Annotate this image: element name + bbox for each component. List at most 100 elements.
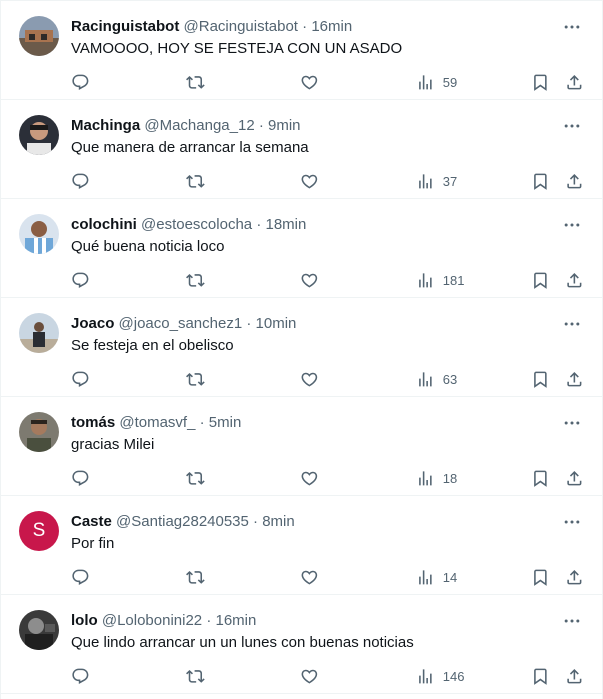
display-name[interactable]: Machinga [71,117,140,134]
more-horizontal-icon[interactable] [562,314,582,334]
more-horizontal-icon[interactable] [562,215,582,235]
user-handle[interactable]: @Racinguistabot [184,18,298,35]
timestamp[interactable]: 16min [311,18,352,35]
views-chart-icon [419,371,432,387]
retweet-button[interactable] [186,463,205,493]
like-button[interactable] [300,661,319,691]
share-button[interactable] [565,166,584,196]
avatar[interactable] [19,16,59,56]
bookmark-button[interactable] [531,166,550,196]
tweet[interactable]: Joaco @joaco_sanchez1 · 10min Se festeja… [1,298,602,397]
reply-button[interactable] [71,67,90,97]
reply-button[interactable] [71,364,90,394]
views-button[interactable]: 14 [416,562,457,592]
reply-button[interactable] [71,661,90,691]
tweet[interactable]: Racinguistabot @Racinguistabot · 16min V… [1,1,602,100]
avatar[interactable] [19,214,59,254]
more-horizontal-icon[interactable] [562,512,582,532]
view-count: 37 [442,173,458,189]
user-handle[interactable]: @Santiag28240535 [116,513,249,530]
bookmark-button[interactable] [531,562,550,592]
reply-button[interactable] [71,166,90,196]
reply-icon [72,371,89,387]
like-button[interactable] [300,463,319,493]
bookmark-icon [534,569,547,586]
retweet-button[interactable] [186,265,205,295]
share-icon [567,470,582,486]
like-button[interactable] [300,265,319,295]
retweet-button[interactable] [186,67,205,97]
views-button[interactable]: 63 [416,364,457,394]
display-name[interactable]: lolo [71,612,98,629]
tweet[interactable]: colochini @estoescolocha · 18min Qué bue… [1,199,602,298]
bookmark-button[interactable] [531,661,550,691]
avatar[interactable] [19,610,59,650]
like-button[interactable] [300,562,319,592]
timestamp[interactable]: 9min [268,117,301,134]
bookmark-button[interactable] [531,364,550,394]
user-handle[interactable]: @Machanga_12 [144,117,254,134]
retweet-button[interactable] [186,562,205,592]
tweet[interactable]: lolo @Lolobonini22 · 16min Que lindo arr… [1,595,602,694]
more-horizontal-icon[interactable] [562,17,582,37]
more-horizontal-icon[interactable] [562,116,582,136]
avatar-letter: S [32,520,46,541]
display-name[interactable]: Caste [71,513,112,530]
share-button[interactable] [565,67,584,97]
tweet[interactable]: Machinga @Machanga_12 · 9min Que manera … [1,100,602,199]
display-name[interactable]: tomás [71,414,115,431]
heart-icon [301,669,318,684]
views-button[interactable]: 37 [416,166,457,196]
timestamp[interactable]: 18min [265,216,306,233]
retweet-icon [186,273,205,287]
reply-button[interactable] [71,463,90,493]
share-button[interactable] [565,364,584,394]
bookmark-button[interactable] [531,463,550,493]
bookmark-button[interactable] [531,265,550,295]
reply-button[interactable] [71,265,90,295]
bookmark-button[interactable] [531,67,550,97]
retweet-icon [186,75,205,89]
more-horizontal-icon[interactable] [562,611,582,631]
retweet-button[interactable] [186,661,205,691]
tweet[interactable]: tomás @tomasvf_ · 5min gracias Milei 18 [1,397,602,496]
user-handle[interactable]: @joaco_sanchez1 [119,315,243,332]
views-button[interactable]: 59 [416,67,457,97]
tweet[interactable]: S Caste @Santiag28240535 · 8min Por fin … [1,496,602,595]
avatar[interactable] [19,412,59,452]
timestamp[interactable]: 8min [262,513,295,530]
retweet-button[interactable] [186,364,205,394]
like-button[interactable] [300,67,319,97]
retweet-button[interactable] [186,166,205,196]
user-handle[interactable]: @tomasvf_ [119,414,195,431]
retweet-icon [186,174,205,188]
more-horizontal-icon[interactable] [562,413,582,433]
display-name[interactable]: colochini [71,216,137,233]
user-handle[interactable]: @Lolobonini22 [102,612,202,629]
avatar[interactable] [19,313,59,353]
like-button[interactable] [300,166,319,196]
timestamp[interactable]: 16min [216,612,257,629]
share-icon [567,569,582,585]
views-button[interactable]: 181 [416,265,464,295]
view-count: 18 [442,470,458,486]
display-name[interactable]: Racinguistabot [71,18,179,35]
action-bar: 14 [1,562,603,592]
bookmark-icon [534,74,547,91]
share-button[interactable] [565,463,584,493]
share-button[interactable] [565,562,584,592]
like-button[interactable] [300,364,319,394]
reply-button[interactable] [71,562,90,592]
separator-dot: · [253,513,259,530]
share-button[interactable] [565,661,584,691]
views-button[interactable]: 18 [416,463,457,493]
views-button[interactable]: 146 [416,661,464,691]
share-button[interactable] [565,265,584,295]
display-name[interactable]: Joaco [71,315,114,332]
avatar[interactable] [19,115,59,155]
user-handle[interactable]: @estoescolocha [141,216,252,233]
action-bar: 181 [1,265,603,295]
timestamp[interactable]: 5min [209,414,242,431]
timestamp[interactable]: 10min [256,315,297,332]
avatar[interactable]: S [19,511,59,551]
